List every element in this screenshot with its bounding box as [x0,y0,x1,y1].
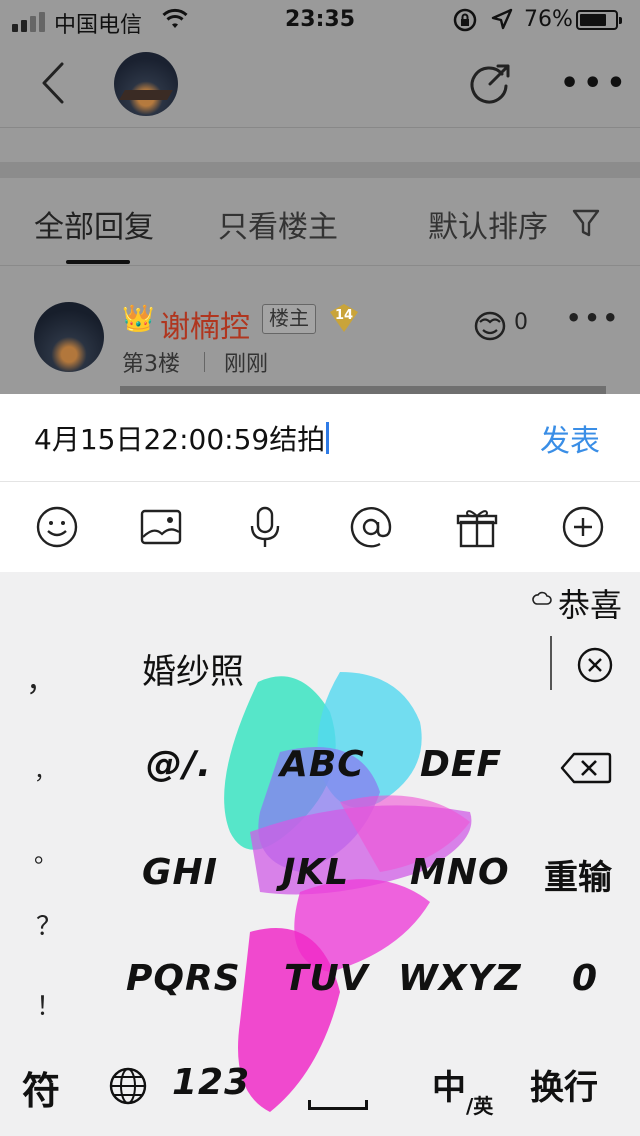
tab-all-replies[interactable]: 全部回复 [34,202,154,246]
send-button[interactable]: 发表 [540,416,600,460]
active-tab-indicator [66,260,130,264]
gift-icon[interactable] [456,506,498,548]
key-numbers[interactable]: 123 [172,1062,250,1103]
reply-time: 刚刚 [224,352,269,377]
key-symbols[interactable]: @/. [146,744,212,785]
image-icon[interactable] [140,506,182,548]
at-icon[interactable] [350,506,392,548]
key-lang-switch-sub: /英 [466,1094,494,1118]
location-icon [490,7,514,37]
share-button[interactable] [468,62,512,106]
key-pqrs[interactable]: PQRS [126,958,241,999]
key-lang-switch[interactable]: 中 [432,1060,466,1109]
ime-keyboard: 恭喜 婚纱照 ， ， 。 ？ ！ @/. ABC DEF GHI JKL MNO… [0,572,640,1136]
key-newline[interactable]: 换行 [530,1060,598,1109]
plus-icon[interactable] [562,506,604,548]
chevron-left-icon [42,62,64,104]
cloud-icon [532,591,552,605]
forum-avatar[interactable] [114,52,178,116]
composer-toolbar [0,482,640,572]
funnel-icon[interactable] [572,208,600,238]
close-candidates-icon[interactable] [576,646,614,684]
reply-tabs: 全部回复 只看楼主 默认排序 [0,178,640,266]
username[interactable]: 谢楠控 [160,302,250,346]
level-number: 14 [334,308,354,323]
reply-input-value: 4月15日22:00:59结拍 [34,423,326,456]
rotation-lock-icon [452,7,478,39]
punct-key-comma-2[interactable]: ， [34,754,56,786]
reply-item: 👑 谢楠控 楼主 14 第3楼 刚刚 0 ••• [0,266,640,394]
cloud-candidate[interactable]: 恭喜 [558,580,622,626]
back-button[interactable] [36,58,76,108]
battery-icon [576,10,622,30]
sort-button[interactable]: 默认排序 [428,202,548,246]
key-wxyz[interactable]: WXYZ [398,958,522,999]
share-arrow-icon [470,64,510,104]
status-bar: 中国电信 23:35 76% [0,0,640,40]
punct-key-exclaim[interactable]: ！ [36,986,62,1023]
top-nav: ••• [0,40,640,128]
more-button[interactable]: ••• [560,66,630,101]
key-zero[interactable]: 0 [572,958,598,999]
key-ghi[interactable]: GHI [142,852,218,893]
key-symbols-panel[interactable]: 符 [22,1060,60,1115]
user-avatar[interactable] [34,302,104,372]
battery-percent: 76% [524,7,573,32]
reply-more-button[interactable]: ••• [566,304,621,332]
dimmed-background: 中国电信 23:35 76% ••• 全部回复 只看楼主 默认排序 👑 谢楠控 … [0,0,640,394]
microphone-icon[interactable] [244,506,286,548]
composer-bar: 4月15日22:00:59结拍 发表 [0,394,640,482]
reply-input[interactable]: 4月15日22:00:59结拍 [34,418,330,458]
key-abc[interactable]: ABC [280,744,365,785]
punct-key-comma-1[interactable]: ， [26,656,56,700]
owner-badge: 楼主 [262,304,316,334]
emoji-icon[interactable] [36,506,78,548]
tab-owner-only[interactable]: 只看楼主 [218,202,338,246]
level-badge: 14 [328,302,360,334]
floor-number: 第3楼 [122,352,180,377]
punct-key-period[interactable]: 。 [34,834,58,869]
key-reset[interactable]: 重输 [544,850,612,899]
key-tuv[interactable]: TUV [284,958,369,999]
candidate-word[interactable]: 婚纱照 [142,644,244,693]
candidate-divider [550,636,552,690]
text-caret [326,422,330,454]
key-mno[interactable]: MNO [410,852,510,893]
key-def[interactable]: DEF [420,744,502,785]
reply-content-preview [120,386,606,394]
section-divider [0,162,640,178]
meta-separator [204,352,205,372]
ellipsis-icon: ••• [560,66,630,101]
crown-icon: 👑 [122,304,155,334]
like-icon[interactable] [470,308,510,344]
punct-key-question[interactable]: ？ [36,906,62,943]
space-key[interactable] [308,1100,368,1110]
like-count: 0 [514,310,528,335]
globe-icon[interactable] [108,1066,148,1106]
key-jkl[interactable]: JKL [282,852,349,893]
backspace-icon[interactable] [560,752,612,784]
